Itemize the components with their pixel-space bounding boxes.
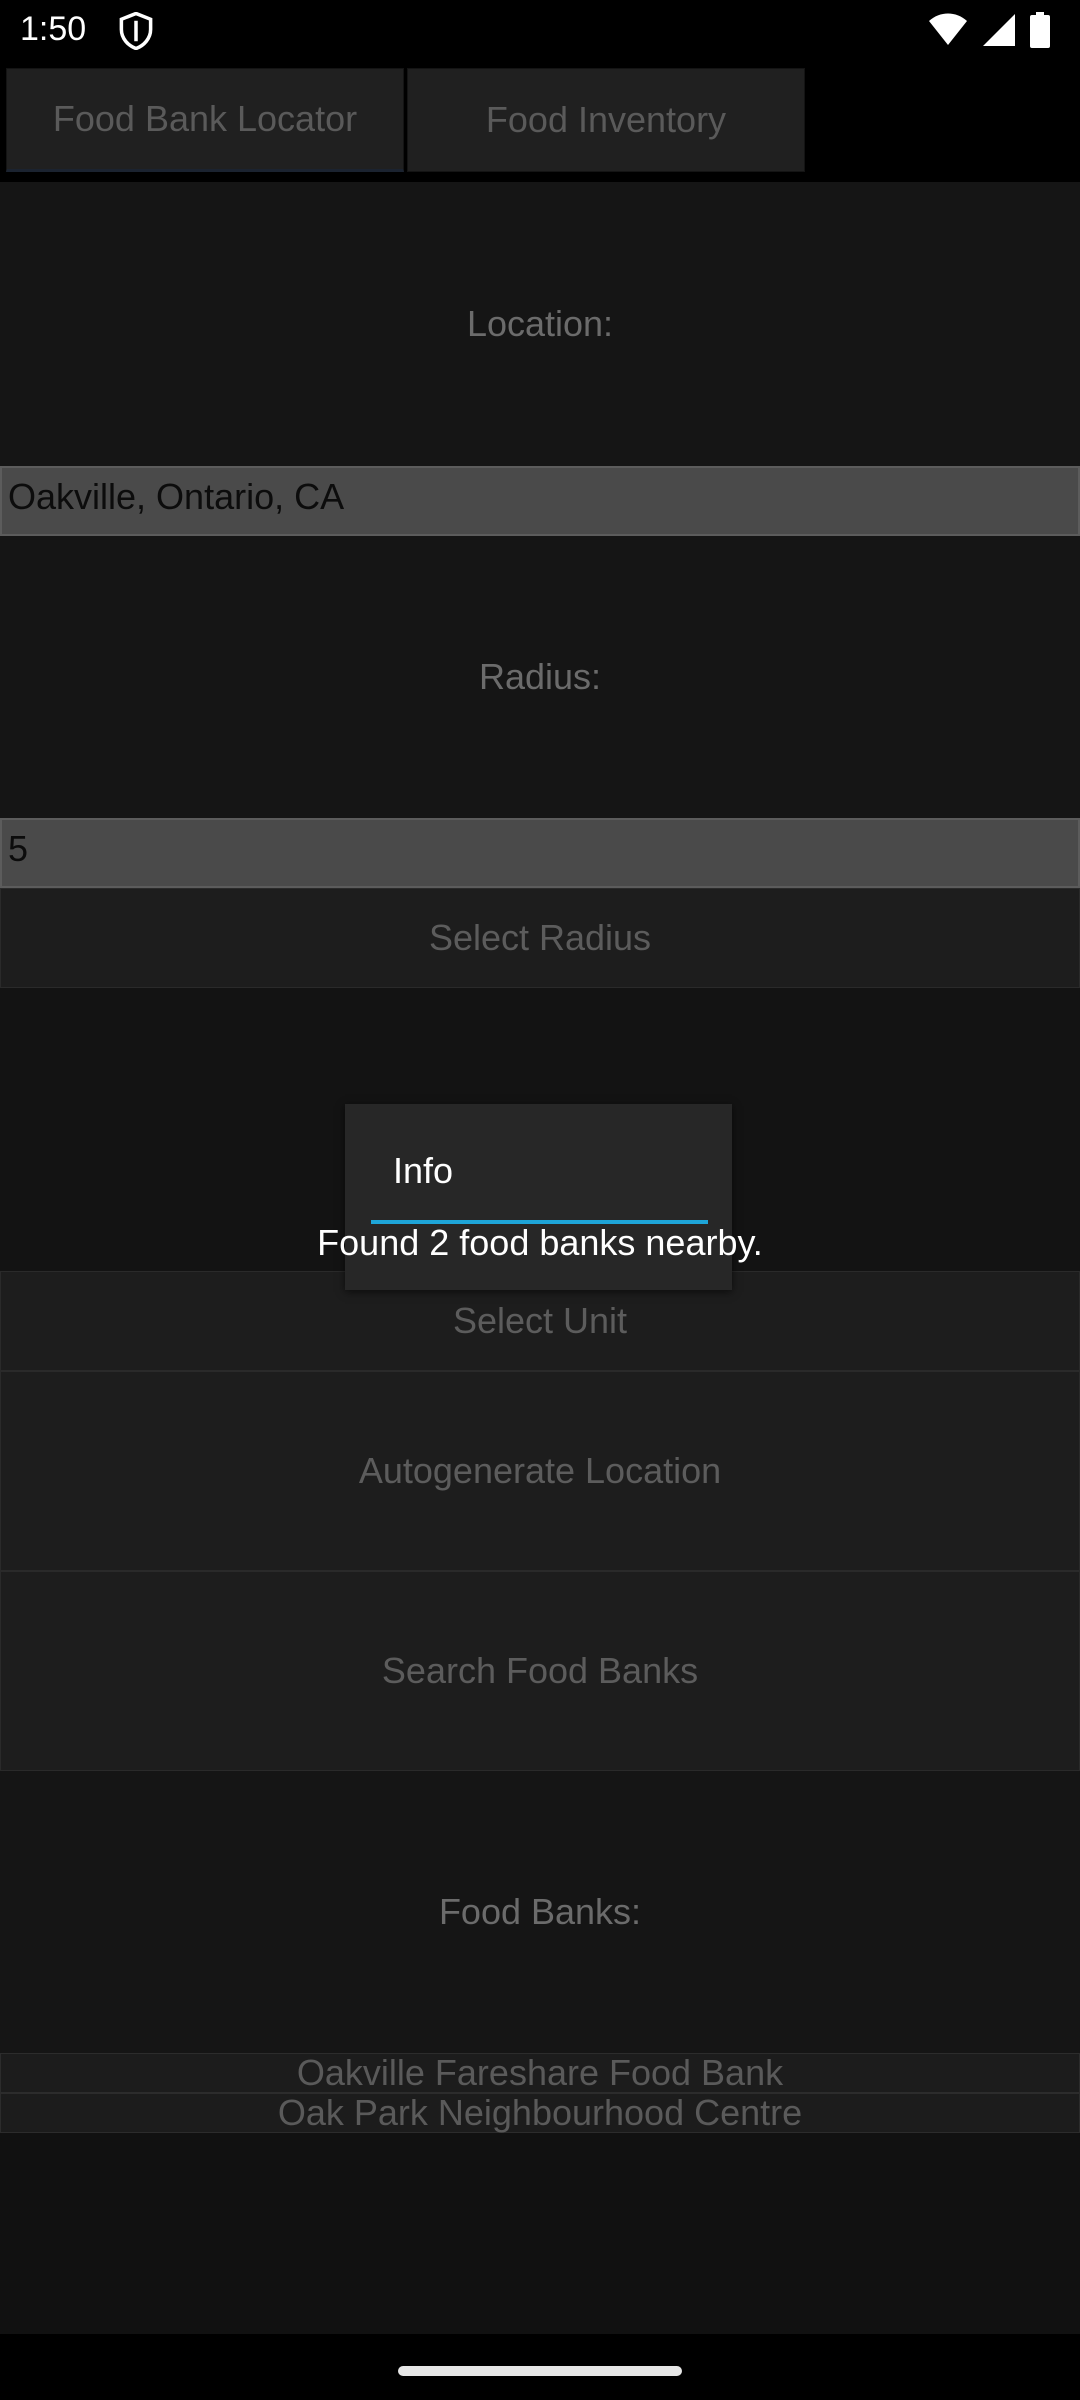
dialog-message: Found 2 food banks nearby. xyxy=(317,1222,763,1263)
navigation-bar xyxy=(0,2334,1080,2400)
tab-food-inventory[interactable]: Food Inventory xyxy=(407,68,805,172)
tab-food-bank-locator[interactable]: Food Bank Locator xyxy=(6,68,404,172)
signal-icon xyxy=(983,14,1015,46)
status-bar: 1:50 xyxy=(0,0,1080,64)
radius-label: Radius: xyxy=(0,536,1080,818)
location-input[interactable]: Oakville, Ontario, CA xyxy=(0,466,1080,536)
location-label: Location: xyxy=(0,182,1080,466)
tab-bar: Food Bank Locator Food Inventory xyxy=(0,64,1080,182)
dialog-title: Info xyxy=(393,1150,454,1191)
status-time: 1:50 xyxy=(20,10,87,48)
food-banks-heading: Food Banks: xyxy=(0,1771,1080,2053)
list-item[interactable]: Oak Park Neighbourhood Centre xyxy=(0,2092,1080,2133)
battery-icon xyxy=(1030,12,1050,48)
select-radius-button[interactable]: Select Radius xyxy=(0,888,1080,988)
autogenerate-location-button[interactable]: Autogenerate Location xyxy=(0,1371,1080,1571)
status-icons xyxy=(928,12,1050,48)
app-screen: 1:50 Food Bank Locator Food Inventory Lo… xyxy=(0,0,1080,2400)
list-item[interactable]: Oakville Fareshare Food Bank xyxy=(0,2052,1080,2093)
radius-input[interactable]: 5 xyxy=(0,818,1080,888)
home-gesture-handle[interactable] xyxy=(398,2366,682,2376)
shield-icon xyxy=(119,12,153,50)
wifi-icon xyxy=(929,13,967,45)
search-food-banks-button[interactable]: Search Food Banks xyxy=(0,1571,1080,1771)
